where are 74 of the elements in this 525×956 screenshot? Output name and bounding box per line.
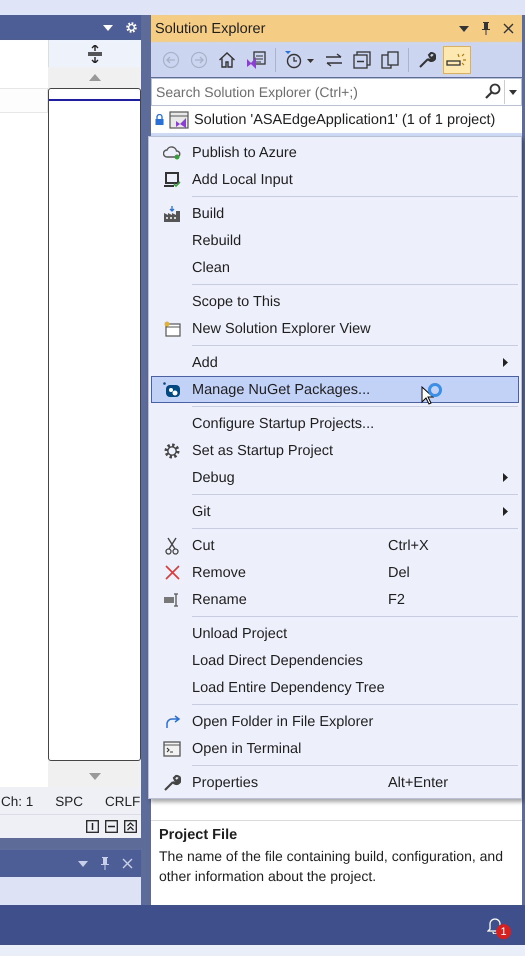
new-window-icon — [163, 320, 181, 336]
pin-icon[interactable] — [100, 857, 110, 870]
tree-item[interactable]: Solution 'ASAEdgeApplication1' (1 of 1 project) — [151, 106, 522, 133]
collapse-all-icon — [353, 50, 371, 68]
description-text: The name of the file containing build, configuration, and other information about the project. — [159, 847, 504, 886]
collapse-up-icon[interactable] — [124, 820, 137, 833]
factory-icon — [163, 206, 181, 222]
package-icon — [163, 382, 181, 398]
copy-icon — [381, 50, 399, 68]
menu-item[interactable]: Load Entire Dependency Tree — [151, 674, 519, 701]
curved-arrow-icon — [164, 714, 180, 728]
input-field[interactable] — [0, 88, 48, 113]
search-icon[interactable] — [485, 83, 501, 99]
sync-arrows-icon — [325, 52, 343, 66]
close-icon — [164, 565, 180, 580]
terminal-icon — [163, 740, 181, 756]
menu-item[interactable]: Load Direct Dependencies — [151, 647, 519, 674]
menu-item[interactable]: Rename F2 — [151, 586, 519, 613]
bell-icon[interactable] — [487, 916, 503, 934]
panel-title: Solution Explorer — [155, 20, 266, 36]
split-vertical-icon[interactable] — [86, 820, 99, 833]
menu-item[interactable]: Clean — [151, 254, 519, 281]
close-icon[interactable] — [503, 23, 514, 34]
toolbar-button[interactable] — [443, 46, 471, 74]
busy-spinner-icon — [427, 382, 443, 398]
menu-item[interactable]: Add Local Input — [151, 166, 519, 193]
cursor-icon — [421, 386, 435, 406]
status-text: CRLF — [105, 794, 140, 809]
monitor-icon — [163, 172, 181, 188]
forward-icon — [190, 50, 208, 68]
menu-item[interactable]: Git — [151, 498, 519, 525]
wrench-icon — [418, 50, 436, 68]
menu-item[interactable]: Remove Del — [151, 559, 519, 586]
menu-item[interactable]: Set as Startup Project — [151, 437, 519, 464]
caret-icon — [509, 90, 517, 94]
status-text: SPC — [55, 794, 84, 809]
menu-item[interactable]: New Solution Explorer View — [151, 315, 519, 342]
solution-icon — [169, 110, 189, 128]
search-field[interactable]: Search Solution Explorer (Ctrl+;) — [151, 78, 522, 106]
menu-item[interactable]: Configure Startup Projects... — [151, 410, 519, 437]
cloud-icon — [163, 144, 181, 160]
menu-item[interactable]: Properties Alt+Enter — [151, 769, 519, 796]
rename-icon — [163, 592, 181, 606]
menu-item[interactable]: Open Folder in File Explorer — [151, 708, 519, 735]
settings-icon[interactable] — [125, 21, 138, 34]
menu-item[interactable]: Manage NuGet Packages... — [151, 376, 519, 403]
lock-icon — [155, 114, 164, 125]
menu-item[interactable]: Debug — [151, 464, 519, 491]
status-text: Ch: 1 — [1, 794, 34, 809]
menu-item[interactable]: Publish to Azure — [151, 139, 519, 166]
history-icon — [285, 50, 315, 68]
split-button[interactable] — [48, 40, 141, 67]
wrench-icon — [163, 774, 181, 792]
notification-badge: 1 — [496, 924, 511, 939]
dropdown-icon[interactable] — [103, 24, 113, 30]
menu-item[interactable]: Scope to This — [151, 288, 519, 315]
home-icon — [218, 50, 236, 68]
menu-item[interactable]: Add — [151, 349, 519, 376]
scissors-icon — [165, 536, 179, 554]
menu-item[interactable]: Cut Ctrl+X — [151, 532, 519, 559]
dropdown-icon[interactable] — [459, 26, 469, 32]
settings-icon — [163, 442, 181, 460]
switch-views-icon — [246, 50, 266, 68]
split-icon — [88, 44, 102, 62]
description-title: Project File — [159, 827, 238, 843]
menu-item[interactable]: Open in Terminal — [151, 735, 519, 762]
menu-item[interactable]: Build — [151, 200, 519, 227]
pin-icon[interactable] — [481, 22, 491, 35]
menu-item[interactable]: Unload Project — [151, 620, 519, 647]
dropdown-icon[interactable] — [78, 860, 88, 866]
menu-item[interactable]: Rebuild — [151, 227, 519, 254]
preview-icon — [446, 52, 468, 68]
back-icon — [162, 50, 180, 68]
split-horizontal-icon[interactable] — [105, 820, 118, 833]
